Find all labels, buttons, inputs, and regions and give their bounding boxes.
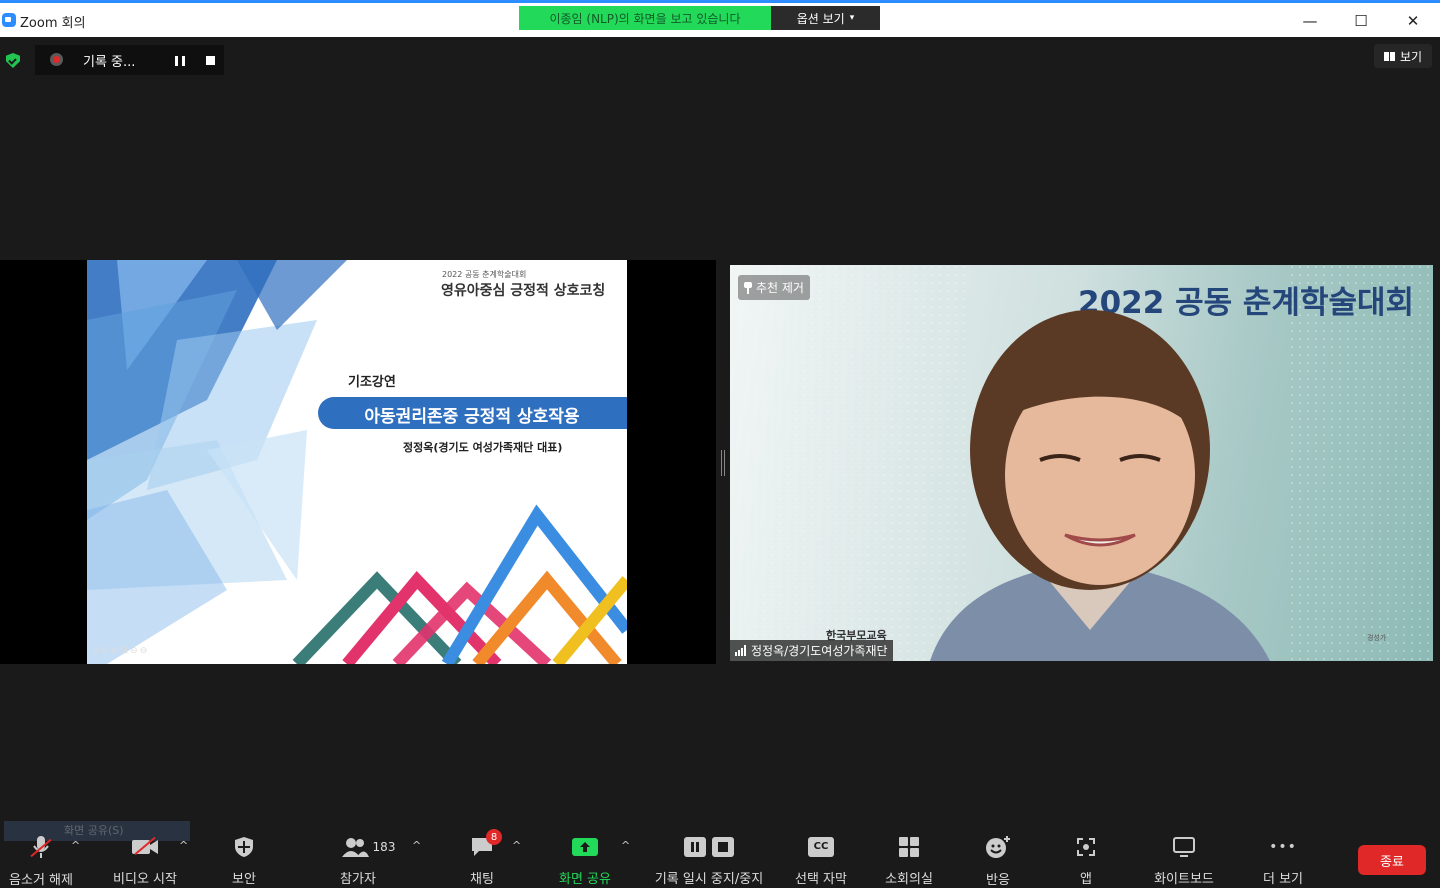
participants-count: 183 (372, 839, 396, 854)
participants-options-caret[interactable]: ^ (412, 839, 421, 852)
record-pause-stop-icon (683, 835, 735, 858)
slide-title-bar: 아동권리존중 긍정적 상호작용 (318, 397, 627, 429)
maximize-button[interactable]: ☐ (1346, 9, 1376, 33)
chat-button[interactable]: 8 채팅 (464, 829, 502, 887)
recording-indicator: 기록 중... (35, 45, 224, 75)
pin-icon (744, 281, 752, 294)
start-video-label: 비디오 시작 (113, 872, 177, 887)
stop-recording-icon[interactable] (206, 56, 215, 65)
chevron-down-icon: ▾ (849, 13, 855, 23)
slide-decoration (87, 260, 627, 664)
video-options-caret[interactable]: ^ (179, 839, 188, 852)
participants-label: 참가자 (340, 872, 376, 887)
reactions-button[interactable]: 반응 (978, 835, 1018, 888)
record-pause-stop-label: 기록 일시 중지/중지 (654, 872, 764, 887)
slide-show-toolbar[interactable]: ⊖⊖⊘⊞⊖⊖ (92, 646, 149, 656)
video-off-icon (131, 835, 159, 858)
record-dot-icon (50, 53, 63, 66)
share-options-caret[interactable]: ^ (621, 839, 630, 852)
chat-options-caret[interactable]: ^ (512, 839, 521, 852)
close-button[interactable]: ✕ (1398, 9, 1428, 33)
apps-label: 앱 (1080, 872, 1092, 887)
view-layout-label: 보기 (1399, 49, 1423, 64)
viewing-screen-banner: 이종임 (NLP)의 화면을 보고 있습니다 (519, 6, 771, 30)
shield-icon (234, 835, 254, 858)
window-title: Zoom 회의 (20, 16, 86, 31)
speaker-video-tile[interactable]: 2022 공동 춘계학술대회 한국부모교육 경성가 추천 제거 정정옥/경기도여… (730, 265, 1433, 661)
chat-label: 채팅 (470, 872, 494, 887)
whiteboard-label: 화이트보드 (1154, 872, 1214, 887)
security-label: 보안 (232, 872, 256, 887)
meeting-stage: 기록 중... 보기 2022 공동 춘계학술대회 영유아중심 긍정적 상호코칭… (0, 37, 1440, 827)
slide-top-title: 영유아중심 긍정적 상호코칭 (441, 283, 606, 299)
signal-strength-icon (735, 645, 746, 656)
background-corner-mark: 경성가 (1367, 634, 1387, 642)
participants-icon: 183 (341, 835, 396, 858)
participant-name-tag: 정정옥/경기도여성가족재단 (730, 640, 893, 661)
meeting-toolbar: 화면 공유(S) 음소거 해제 ^ 비디오 시작 ^ 보안 183 참가자 ^ (0, 821, 1440, 888)
view-options-label: 옵션 보기 (796, 11, 845, 26)
more-button[interactable]: ••• 더 보기 (1258, 835, 1308, 888)
slide-subheading: 2022 공동 춘계학술대회 (442, 270, 527, 279)
unmute-label: 음소거 해제 (9, 873, 73, 888)
audio-options-caret[interactable]: ^ (71, 839, 80, 852)
closed-captions-label: 선택 자막 (795, 872, 847, 887)
unmute-button[interactable]: 음소거 해제 (6, 835, 76, 888)
encryption-shield-icon[interactable] (6, 53, 20, 68)
security-button[interactable]: 보안 (224, 835, 264, 887)
closed-captions-button[interactable]: CC 선택 자막 (790, 835, 852, 887)
presentation-slide: 2022 공동 춘계학술대회 영유아중심 긍정적 상호코칭 기조강연 아동권리존… (87, 260, 627, 664)
remove-spotlight-button[interactable]: 추천 제거 (738, 275, 810, 300)
more-label: 더 보기 (1262, 872, 1303, 887)
speaker-figure (930, 310, 1270, 661)
recording-label: 기록 중... (83, 55, 136, 70)
reactions-label: 반응 (986, 873, 1010, 888)
participant-name: 정정옥/경기도여성가족재단 (751, 644, 888, 658)
slide-kicker: 기조강연 (348, 375, 396, 390)
chat-bubble-icon: 8 (470, 829, 502, 858)
closed-captions-icon: CC (808, 835, 834, 858)
pane-splitter-handle[interactable] (721, 450, 725, 476)
breakout-rooms-icon (898, 835, 920, 858)
pause-recording-icon[interactable] (175, 56, 185, 66)
zoom-app-icon (2, 13, 16, 27)
smiley-icon (985, 835, 1011, 859)
chat-unread-badge: 8 (486, 829, 502, 845)
record-pause-stop-button[interactable]: 기록 일시 중지/중지 (648, 835, 770, 887)
microphone-muted-icon (30, 835, 52, 859)
participants-button[interactable]: 183 참가자 (338, 835, 398, 887)
share-screen-label: 화면 공유 (559, 872, 611, 887)
share-screen-button[interactable]: 화면 공유 (553, 835, 617, 887)
shared-screen[interactable]: 2022 공동 춘계학술대회 영유아중심 긍정적 상호코칭 기조강연 아동권리존… (0, 260, 716, 664)
apps-button[interactable]: 앱 (1070, 835, 1102, 887)
end-meeting-button[interactable]: 종료 (1358, 845, 1426, 875)
breakout-rooms-label: 소회의실 (885, 872, 933, 887)
slide-author: 정정옥(경기도 여성가족재단 대표) (403, 441, 563, 454)
start-video-button[interactable]: 비디오 시작 (108, 835, 182, 887)
view-options-button[interactable]: 옵션 보기 ▾ (771, 6, 880, 30)
title-bar: Zoom 회의 이종임 (NLP)의 화면을 보고 있습니다 옵션 보기 ▾ —… (0, 0, 1440, 37)
slide-title: 아동권리존중 긍정적 상호작용 (364, 407, 580, 427)
grid-icon (1383, 51, 1395, 61)
share-screen-icon (571, 835, 599, 858)
minimize-button[interactable]: — (1295, 9, 1325, 33)
apps-icon (1075, 835, 1097, 858)
breakout-rooms-button[interactable]: 소회의실 (880, 835, 938, 887)
whiteboard-icon (1172, 835, 1196, 858)
more-dots-icon: ••• (1269, 838, 1297, 855)
remove-spotlight-label: 추천 제거 (756, 281, 804, 295)
whiteboard-button[interactable]: 화이트보드 (1148, 835, 1220, 887)
view-layout-button[interactable]: 보기 (1374, 44, 1432, 68)
